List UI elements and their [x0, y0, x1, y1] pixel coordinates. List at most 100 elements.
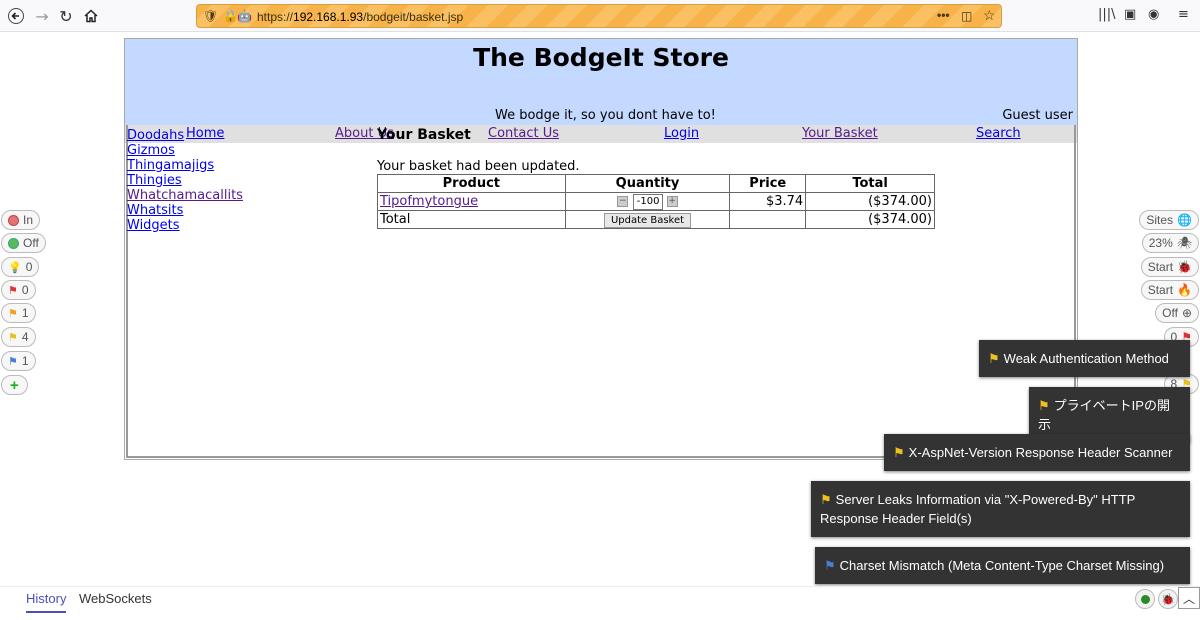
reload-button[interactable]: ↻: [54, 4, 78, 28]
alert-text: プライベートIPの開示: [1038, 398, 1170, 432]
pocket-icon[interactable]: ◫: [961, 9, 972, 23]
fire-icon: 🔥: [1177, 283, 1192, 297]
alert-weak-auth[interactable]: ⚑ Weak Authentication Method: [979, 340, 1190, 377]
hud-informational-count: 1: [21, 354, 29, 368]
basket-table: Product Quantity Price Total Tipofmytong…: [377, 174, 935, 229]
menu-icon[interactable]: ≡: [1178, 7, 1189, 22]
browser-toolbar: → ↻ 🛡 🔒 🤖 https://192.168.1.93/bodgeit/b…: [0, 0, 1200, 32]
bug-icon[interactable]: 🐞: [1158, 589, 1178, 609]
col-total: Total: [805, 174, 935, 193]
hud-page-alerts-informational[interactable]: ⚑ 1: [1, 351, 36, 371]
home-button[interactable]: [79, 4, 103, 28]
hud-attack-mode-button[interactable]: Off ⊕: [1155, 303, 1199, 323]
yellow-flag-icon: ⚑: [820, 492, 832, 507]
alert-text: Server Leaks Information via "X-Powered-…: [820, 492, 1136, 526]
orange-flag-icon: ⚑: [8, 307, 18, 320]
url-host: 192.168.1.93: [293, 10, 364, 24]
hud-active-scan-button[interactable]: Start 🐞: [1140, 257, 1199, 277]
lock-warning-icon[interactable]: 🔒: [223, 9, 238, 23]
total-row: Total Update Basket ($374.00): [377, 210, 935, 229]
category-thingamajigs[interactable]: Thingamajigs: [127, 158, 243, 173]
account-icon[interactable]: ◉: [1148, 7, 1159, 22]
line-total-cell: ($374.00): [805, 192, 935, 211]
alert-aspnet-version[interactable]: ⚑ X-AspNet-Version Response Header Scanne…: [884, 434, 1190, 471]
yellow-flag-icon: ⚑: [893, 445, 905, 460]
decrease-quantity-button[interactable]: −: [617, 196, 629, 207]
hud-high-count: 0: [21, 283, 29, 297]
store-tagline: We bodge it, so you dont have to!: [495, 108, 716, 123]
update-cell: Update Basket: [564, 210, 731, 229]
forward-arrow-icon: →: [35, 6, 49, 26]
hud-scope-button[interactable]: In: [1, 210, 41, 230]
hud-add-tool-button[interactable]: +: [1, 375, 28, 395]
robot-icon[interactable]: 🤖: [237, 9, 252, 23]
category-whatsits[interactable]: Whatsits: [127, 203, 243, 218]
red-circle-icon: [8, 214, 19, 226]
more-actions-icon[interactable]: •••: [937, 8, 950, 22]
forward-button[interactable]: →: [30, 4, 54, 28]
blue-flag-icon: ⚑: [8, 355, 18, 368]
back-arrow-icon: [8, 8, 24, 24]
hud-ajax-spider-button[interactable]: Start 🔥: [1140, 280, 1199, 300]
quantity-input[interactable]: [632, 193, 663, 210]
total-label: Total: [377, 210, 566, 229]
category-widgets[interactable]: Widgets: [127, 218, 243, 233]
col-price: Price: [729, 174, 807, 193]
hud-page-alerts-info[interactable]: 💡 0: [1, 257, 40, 277]
hud-page-alerts-high[interactable]: ⚑ 0: [1, 280, 36, 300]
expand-panel-button[interactable]: ︿: [1178, 587, 1200, 609]
category-doodahs[interactable]: Doodahs: [127, 128, 243, 143]
tagline-row: We bodge it, so you dont have to! Guest …: [125, 107, 1077, 125]
alert-x-powered-by[interactable]: ⚑ Server Leaks Information via "X-Powered…: [811, 481, 1190, 537]
hud-bottom-bar: History WebSockets 🐞 ︿: [0, 586, 1200, 620]
col-product: Product: [377, 174, 566, 193]
url-prefix: https://: [257, 10, 294, 24]
hud-page-alerts-medium[interactable]: ⚑ 1: [1, 303, 36, 323]
bookmark-star-icon[interactable]: ☆: [983, 7, 996, 24]
url-text: https://192.168.1.93/bodgeit/basket.jsp: [257, 10, 463, 24]
hud-medium-count: 1: [21, 306, 29, 320]
table-row: Tipofmytongue − + $3.74 ($374.00): [377, 192, 935, 211]
hud-sites-button[interactable]: Sites 🌐: [1139, 210, 1199, 230]
shield-icon[interactable]: 🛡: [203, 9, 218, 23]
back-button[interactable]: [4, 4, 28, 28]
green-circle-icon: [8, 237, 19, 249]
hud-low-count: 4: [21, 330, 29, 344]
increase-quantity-button[interactable]: +: [666, 196, 678, 207]
price-cell: $3.74: [729, 192, 807, 211]
category-whatchamacallits[interactable]: Whatchamacallits: [127, 188, 243, 203]
product-cell: Tipofmytongue: [377, 192, 566, 211]
tab-websockets[interactable]: WebSockets: [79, 591, 152, 611]
alert-charset-mismatch[interactable]: ⚑ Charset Mismatch (Meta Content-Type Cha…: [815, 547, 1190, 584]
empty-cell: [729, 210, 807, 229]
hud-spider-button[interactable]: 23% 🕷: [1141, 233, 1199, 253]
bug-icon: 🐞: [1177, 260, 1192, 274]
spider-icon: 🕷: [1176, 236, 1192, 250]
store-header: The BodgeIt Store: [125, 39, 1077, 107]
grand-total-cell: ($374.00): [805, 210, 935, 229]
alert-text: X-AspNet-Version Response Header Scanner: [908, 445, 1173, 460]
alert-text: Charset Mismatch (Meta Content-Type Char…: [839, 558, 1165, 573]
product-link[interactable]: Tipofmytongue: [380, 194, 478, 209]
red-flag-icon: ⚑: [8, 284, 18, 297]
update-basket-button[interactable]: Update Basket: [603, 212, 692, 228]
url-bar[interactable]: 🛡 🔒 🤖 https://192.168.1.93/bodgeit/baske…: [196, 4, 1002, 28]
lightbulb-icon: 💡: [8, 261, 22, 274]
hud-active-scan-label: Start: [1147, 260, 1174, 274]
category-thingies[interactable]: Thingies: [127, 173, 243, 188]
reload-icon: ↻: [59, 6, 73, 26]
user-status: Guest user: [1002, 108, 1073, 123]
sidebar-icon[interactable]: ▣: [1124, 7, 1136, 22]
blue-flag-icon: ⚑: [824, 558, 836, 573]
green-dot-icon[interactable]: [1135, 589, 1155, 609]
category-gizmos[interactable]: Gizmos: [127, 143, 243, 158]
hud-break-button[interactable]: Off: [1, 233, 46, 253]
store-title: The BodgeIt Store: [473, 43, 729, 72]
hud-spider-label: 23%: [1148, 236, 1173, 250]
library-icon[interactable]: |||\: [1098, 7, 1116, 22]
tab-history[interactable]: History: [26, 591, 67, 613]
hud-page-alerts-low[interactable]: ⚑ 4: [1, 327, 36, 347]
hud-sites-label: Sites: [1146, 213, 1174, 227]
chevron-up-icon: ︿: [1182, 591, 1195, 606]
basket-content: Your Basket Your basket had been updated…: [377, 127, 935, 229]
